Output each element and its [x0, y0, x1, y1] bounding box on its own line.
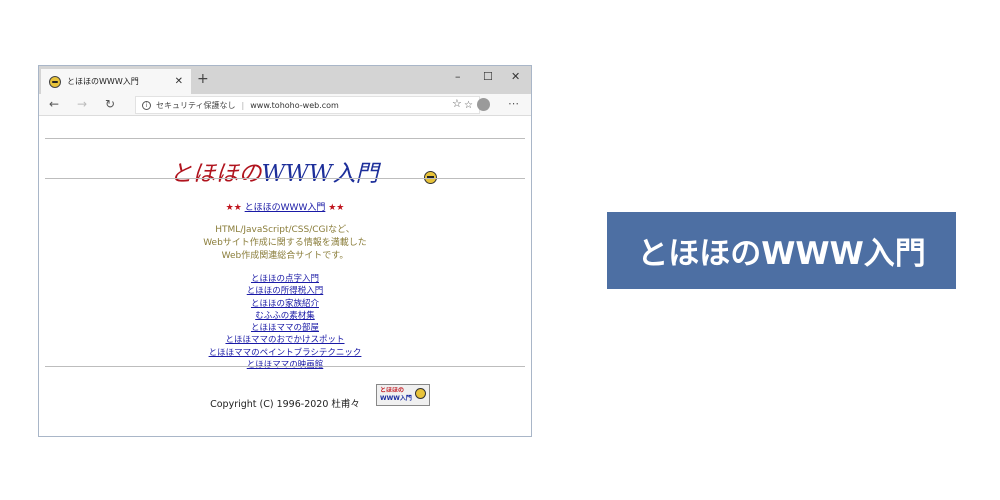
divider-top	[45, 138, 525, 139]
address-bar[interactable]: i セキュリティ保護なし | www.tohoho-web.com ☆	[135, 96, 480, 114]
description-line: Webサイト作成に関する情報を満載した	[203, 238, 367, 248]
star-icon[interactable]: ☆	[464, 100, 473, 111]
nav-toolbar: ← → ↻ i セキュリティ保護なし | www.tohoho-web.com …	[39, 94, 531, 116]
site-description: HTML/JavaScript/CSS/CGIなど、 Webサイト作成に関する情…	[39, 224, 531, 263]
link-outing-spots[interactable]: とほほママのおでかけスポット	[225, 335, 344, 345]
back-button[interactable]: ←	[49, 97, 59, 111]
divider-middle	[45, 178, 525, 179]
more-menu-button[interactable]: ⋯	[508, 97, 519, 110]
info-icon[interactable]: i	[142, 100, 151, 110]
home-link[interactable]: とほほのWWW入門	[245, 203, 326, 213]
tab-bar: とほほのWWW入門 ✕ + – ☐ ✕	[39, 66, 531, 94]
close-window-button[interactable]: ✕	[511, 70, 520, 83]
description-line: Web作成関連総合サイトです。	[221, 251, 349, 261]
address-separator: |	[241, 100, 245, 110]
stars-left: ★★	[225, 203, 242, 213]
screen: とほほのWWW入門 ✕ + – ☐ ✕ ← → ↻ i セキュリティ保護なし |…	[0, 0, 1000, 500]
browser-tab[interactable]: とほほのWWW入門 ✕	[41, 69, 191, 94]
maximize-button[interactable]: ☐	[483, 70, 493, 83]
title-banner: とほほのWWW入門	[607, 212, 956, 289]
forward-button[interactable]: →	[77, 97, 87, 111]
tab-title: とほほのWWW入門	[67, 77, 139, 86]
link-family[interactable]: とほほの家族紹介	[251, 299, 319, 309]
description-line: HTML/JavaScript/CSS/CGIなど、	[215, 225, 355, 235]
link-mama-room[interactable]: とほほママの部屋	[251, 323, 319, 333]
browser-window: とほほのWWW入門 ✕ + – ☐ ✕ ← → ↻ i セキュリティ保護なし |…	[38, 65, 532, 437]
url-text: www.tohoho-web.com	[250, 100, 339, 110]
refresh-button[interactable]: ↻	[105, 97, 115, 111]
link-list: とほほの点字入門 とほほの所得税入門 とほほの家族紹介 むふふの素材集 とほほマ…	[39, 273, 531, 371]
site-title-blue: WWW入門	[261, 161, 379, 187]
divider-bottom	[45, 366, 525, 367]
banner-text: とほほのWWW入門	[637, 236, 926, 272]
link-paint-brush[interactable]: とほほママのペイントブラシテクニック	[209, 348, 362, 358]
site-title: とほほのWWW入門	[39, 154, 509, 188]
smiley-favicon-icon	[49, 75, 61, 88]
link-materials[interactable]: むふふの素材集	[255, 311, 315, 321]
stars-right: ★★	[328, 203, 345, 213]
link-braille[interactable]: とほほの点字入門	[251, 274, 319, 284]
breadcrumb: ★★ とほほのWWW入門 ★★	[39, 200, 531, 213]
minimize-button[interactable]: –	[455, 70, 461, 83]
site-title-red: とほほの	[169, 161, 262, 187]
new-tab-button[interactable]: +	[197, 71, 209, 87]
security-status: セキュリティ保護なし	[156, 100, 236, 110]
badge-smiley-icon	[415, 388, 426, 399]
link-income-tax[interactable]: とほほの所得税入門	[247, 286, 324, 296]
tab-close-button[interactable]: ✕	[175, 76, 183, 87]
avatar-icon[interactable]	[477, 98, 490, 111]
copyright: Copyright (C) 1996-2020 杜甫々	[210, 399, 360, 410]
favorites-icon[interactable]: ☆	[452, 97, 462, 110]
site-badge[interactable]: とほほの WWW入門	[376, 384, 430, 406]
